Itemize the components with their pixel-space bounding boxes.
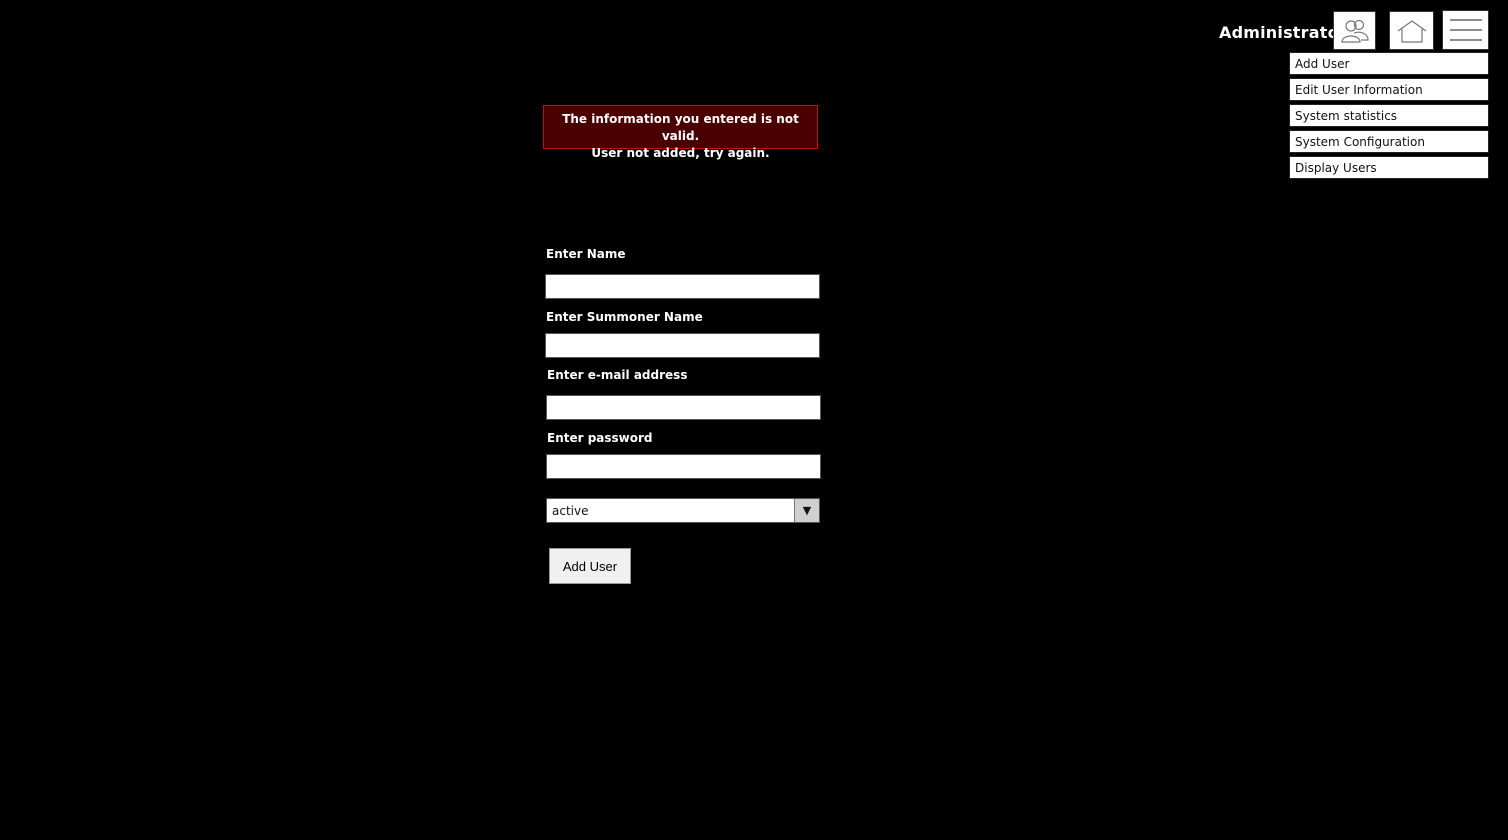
password-input[interactable] <box>546 454 821 479</box>
menu-button[interactable] <box>1442 10 1489 50</box>
hamburger-menu-icon <box>1449 19 1482 41</box>
menu-item-system-configuration[interactable]: System Configuration <box>1289 130 1489 153</box>
status-select-value: active <box>552 504 589 518</box>
email-input[interactable] <box>546 395 821 420</box>
error-alert: The information you entered is not valid… <box>543 105 818 160</box>
name-input[interactable] <box>545 274 820 299</box>
menu-item-add-user[interactable]: Add User <box>1289 52 1489 75</box>
email-label: Enter e-mail address <box>547 368 688 382</box>
menu-item-edit-user-information[interactable]: Edit User Information <box>1289 78 1489 101</box>
name-label: Enter Name <box>546 247 626 261</box>
menu-item-display-users[interactable]: Display Users <box>1289 156 1489 179</box>
user-label: Administrator <box>1219 23 1347 42</box>
password-label: Enter password <box>547 431 653 445</box>
menu-item-system-statistics[interactable]: System statistics <box>1289 104 1489 127</box>
users-button[interactable] <box>1333 11 1376 50</box>
status-select[interactable]: active ▼ <box>546 498 820 523</box>
add-user-button[interactable]: Add User <box>549 548 631 584</box>
error-alert-line-2: User not added, try again. <box>591 146 770 160</box>
error-alert-line-1: The information you entered is not valid… <box>562 112 799 143</box>
home-button[interactable] <box>1389 11 1434 50</box>
dropdown-menu: Add User Edit User Information System st… <box>1289 52 1489 182</box>
home-icon <box>1397 19 1426 43</box>
summoner-name-label: Enter Summoner Name <box>546 310 703 324</box>
dropdown-arrow-icon[interactable]: ▼ <box>794 499 819 522</box>
summoner-name-input[interactable] <box>545 333 820 358</box>
page: Administrator Add User Edit User Informa… <box>0 0 1508 840</box>
users-icon <box>1340 19 1369 43</box>
